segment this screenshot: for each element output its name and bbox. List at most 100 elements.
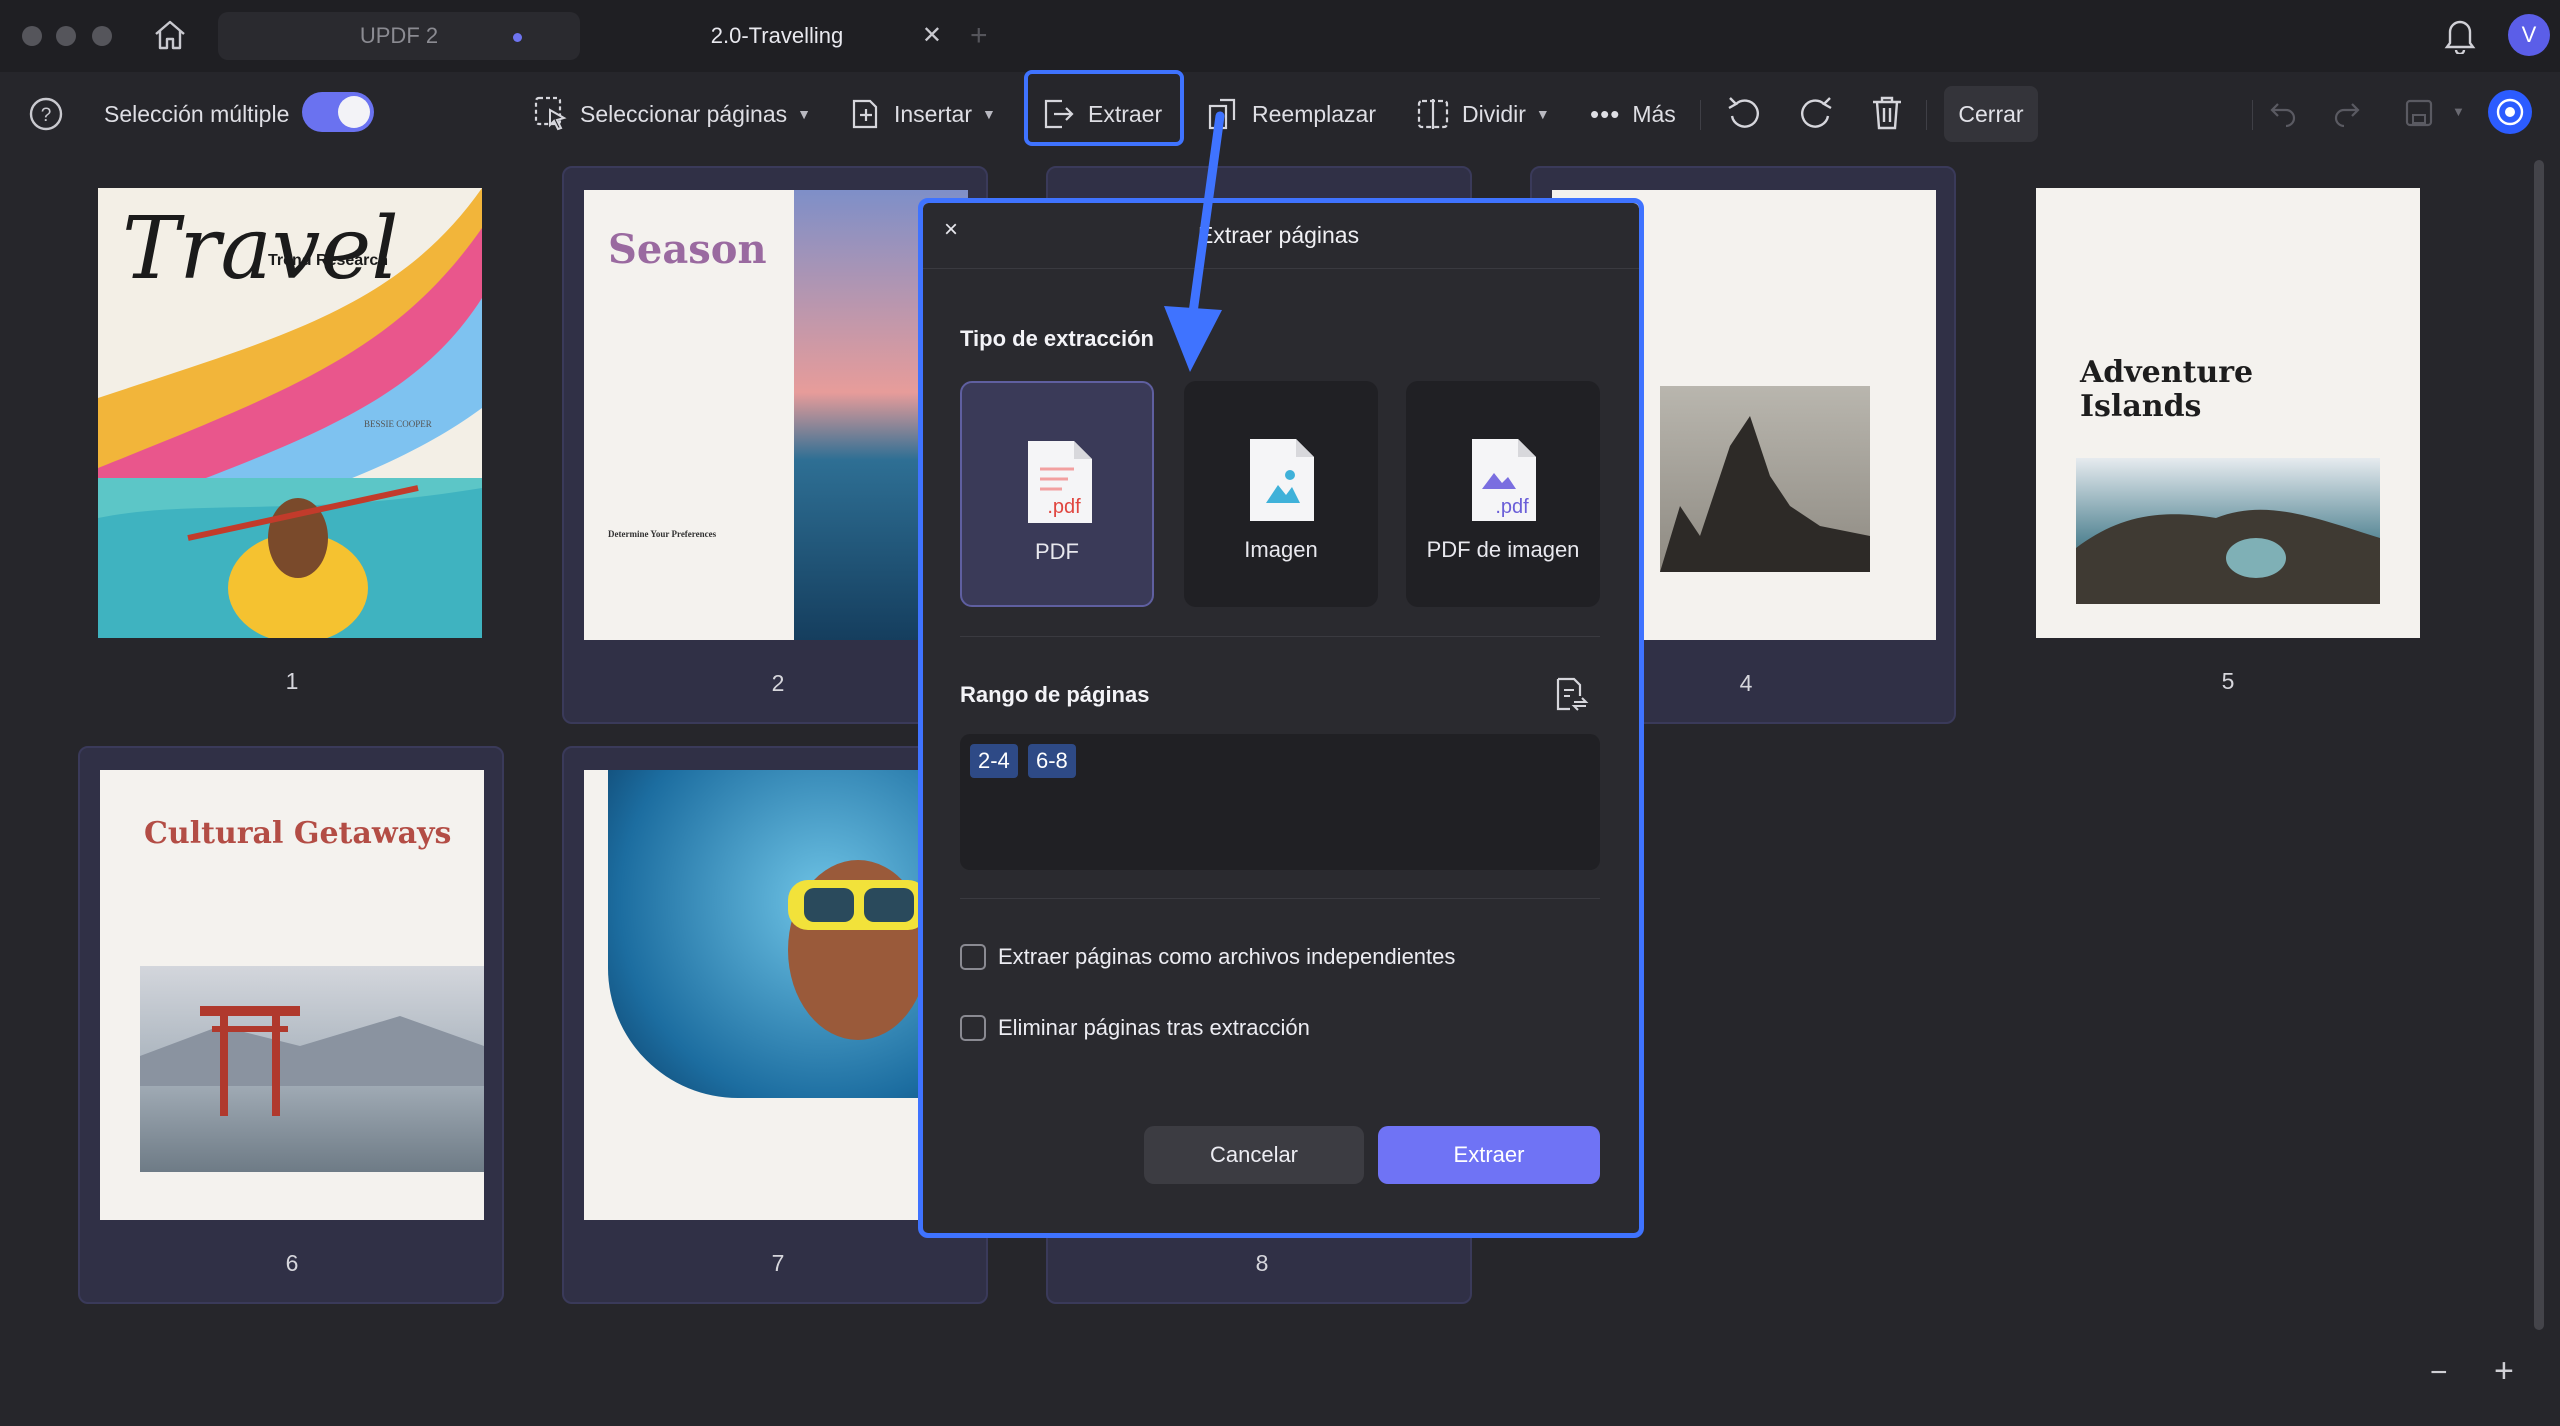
more-button[interactable]: ••• Más [1590,92,1676,136]
multi-select-label: Selección múltiple [104,100,290,127]
option-image-pdf[interactable]: .pdf PDF de imagen [1406,381,1600,607]
divider [923,268,1639,269]
dialog-close-button[interactable]: × [944,216,958,244]
split-label: Dividir [1462,100,1526,127]
help-icon[interactable]: ? [28,96,64,137]
tab-updf-2[interactable]: UPDF 2 [218,12,580,60]
tab-label: UPDF 2 [359,23,439,48]
chevron-down-icon: ▼ [1535,106,1550,122]
page-thumbnail-2: Season Determine Your Preferences [584,190,968,640]
insert-dropdown[interactable]: Insertar ▼ [850,92,996,136]
divider [960,898,1600,899]
page-number: 1 [285,668,299,694]
undo-icon[interactable] [2268,98,2298,133]
save-icon[interactable] [2404,98,2434,133]
rotate-left-icon[interactable] [1726,94,1762,137]
insert-page-icon [850,97,882,131]
svg-text:.pdf: .pdf [1047,496,1081,518]
independent-files-checkbox[interactable] [960,944,986,970]
chevron-down-icon: ▼ [797,106,811,122]
svg-text:?: ? [41,105,52,126]
page-card-1[interactable]: Travel Trend Research BESSIE COOPER 1 [80,168,504,722]
rock-stacks-image [1660,386,1870,572]
page-title: Season [608,226,767,273]
zoom-in-button[interactable]: + [2494,1352,2514,1391]
window-zoom-button[interactable] [92,26,112,46]
cover-author: BESSIE COOPER [364,419,432,429]
page-card-6[interactable]: Cultural Getaways 6 [78,746,504,1304]
split-dropdown[interactable]: Dividir ▼ [1416,92,1550,136]
toggle-knob [338,96,370,128]
zoom-out-button[interactable]: − [2430,1356,2448,1390]
dialog-highlight-box [918,198,1644,1238]
tab-close-icon[interactable]: ✕ [922,12,942,60]
window-minimize-button[interactable] [56,26,76,46]
option-image-label: Imagen [1244,537,1318,562]
unsaved-dot-icon [513,33,522,42]
chevron-down-icon[interactable]: ▼ [2452,104,2465,119]
select-pages-label: Seleccionar páginas [580,100,788,127]
diver-image [608,770,968,1098]
delete-pages-label: Eliminar páginas tras extracción [998,1015,1310,1040]
ai-assistant-button[interactable] [2488,90,2532,134]
range-chip[interactable]: 2-4 [970,744,1018,778]
divider [960,636,1600,637]
page-heading: Determine Your Preferences [608,529,717,539]
annotation-arrow-icon [1164,111,1225,372]
replace-label: Reemplazar [1252,100,1376,127]
more-label: Más [1632,100,1676,127]
pdf-file-icon: .pdf [1024,439,1094,530]
redo-icon[interactable] [2332,98,2362,133]
page-number: 5 [2221,668,2235,694]
page-thumbnail-6: Cultural Getaways [100,770,484,1220]
sea-arch-image [2076,458,2380,604]
select-pages-dropdown[interactable]: Seleccionar páginas ▼ [534,92,811,136]
vertical-scrollbar[interactable] [2534,160,2544,1330]
chevron-down-icon: ▼ [981,106,996,122]
page-thumbnail-1: Travel Trend Research BESSIE COOPER [98,188,482,638]
page-title: Adventure Islands [2080,355,2254,424]
independent-files-label: Extraer páginas como archivos independie… [998,944,1456,969]
tab-label: 2.0-Travelling [710,23,844,48]
image-file-icon [1246,437,1316,528]
divider [1926,100,1927,130]
home-icon[interactable] [152,18,188,57]
page-range-options-icon[interactable] [1554,676,1590,719]
add-tab-button[interactable]: + [970,12,988,60]
page-number: 4 [1739,670,1753,696]
extract-confirm-button[interactable]: Extraer [1378,1126,1600,1184]
tab-travelling[interactable]: 2.0-Travelling ✕ [592,12,962,60]
page-thumbnail-7 [584,770,968,1220]
close-organize-button[interactable]: Cerrar [1944,86,2038,142]
svg-text:.pdf: .pdf [1495,496,1529,518]
cursor-select-icon [534,96,568,132]
cancel-button[interactable]: Cancelar [1144,1126,1364,1184]
divider [2252,100,2253,130]
window-close-button[interactable] [22,26,42,46]
delete-pages-checkbox[interactable] [960,1015,986,1041]
cover-title: Travel [122,199,399,299]
option-image-pdf-label: PDF de imagen [1426,537,1580,562]
page-card-5[interactable]: Adventure Islands 5 [2016,168,2440,722]
option-pdf[interactable]: .pdf PDF [960,381,1154,607]
cover-subtitle: Trend Research [268,252,389,269]
avatar[interactable]: V [2508,14,2550,56]
extraction-type-label: Tipo de extracción [960,326,1154,351]
page-title: Cultural Getaways [144,816,452,851]
ellipsis-icon: ••• [1590,98,1621,129]
range-chip[interactable]: 6-8 [1028,744,1076,778]
page-number: 2 [771,670,785,696]
multi-select-toggle[interactable] [302,92,374,132]
page-range-label: Rango de páginas [960,682,1150,707]
option-image[interactable]: Imagen [1184,381,1378,607]
page-range-input[interactable]: 2-4 6-8 [960,734,1600,870]
image-pdf-file-icon: .pdf [1468,437,1538,528]
insert-label: Insertar [894,100,972,127]
rotate-right-icon[interactable] [1798,94,1834,137]
page-number: 8 [1255,1250,1269,1276]
trash-icon[interactable] [1870,94,1904,137]
divider [1700,100,1701,130]
torii-gate-image [140,966,484,1172]
page-thumbnail-5: Adventure Islands [2036,188,2420,638]
bell-icon[interactable] [2444,16,2476,59]
